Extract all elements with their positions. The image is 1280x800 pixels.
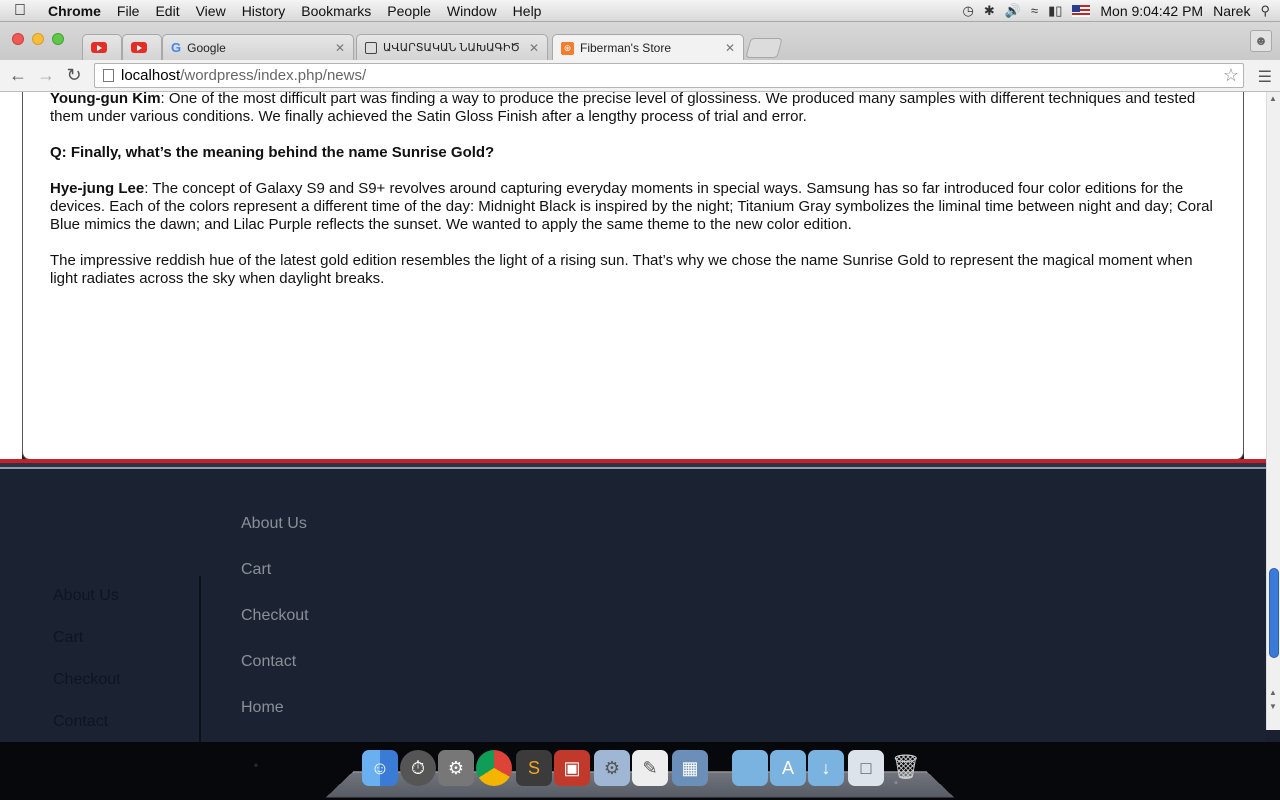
url-path: /wordpress/index.php/news/ bbox=[180, 67, 367, 84]
menu-window[interactable]: Window bbox=[439, 0, 505, 22]
footer-link-contact[interactable]: Contact bbox=[53, 713, 121, 742]
tab-contact[interactable]: ԱՎԱՐՏԱԿԱՆ ՆԱԽԱԳԻԾ ✕ bbox=[356, 34, 548, 60]
app-preferences-icon[interactable]: ⚙ bbox=[594, 750, 630, 786]
back-arrow-icon[interactable]: ← bbox=[8, 65, 28, 86]
close-tab-icon[interactable]: ✕ bbox=[523, 41, 539, 55]
tab-youtube-2[interactable] bbox=[122, 34, 162, 60]
close-tab-icon[interactable]: ✕ bbox=[719, 41, 735, 55]
footer-link-about-us[interactable]: About Us bbox=[53, 587, 121, 629]
menu-history[interactable]: History bbox=[234, 0, 294, 22]
site-footer: About Us Cart Checkout Contact Home Abou… bbox=[0, 471, 1266, 742]
spotlight-search-icon[interactable]: ⚲ bbox=[1260, 3, 1270, 19]
tab-title: ԱՎԱՐՏԱԿԱՆ ՆԱԽԱԳԻԾ bbox=[383, 42, 520, 54]
scroll-up-icon[interactable]: ▲ bbox=[1269, 94, 1277, 103]
youtube-icon bbox=[91, 42, 107, 53]
applications-folder-icon[interactable]: A bbox=[770, 750, 806, 786]
youtube-icon bbox=[131, 42, 147, 53]
apple-menu-icon[interactable]:  bbox=[0, 2, 40, 20]
menu-help[interactable]: Help bbox=[505, 0, 550, 22]
tab-google[interactable]: G Google ✕ bbox=[162, 34, 354, 60]
footer-menu-left: About Us Cart Checkout Contact bbox=[53, 587, 121, 742]
tab-title: Google bbox=[187, 40, 226, 55]
folder-icon[interactable] bbox=[732, 750, 768, 786]
tab-strip: G Google ✕ ԱՎԱՐՏԱԿԱՆ ՆԱԽԱԳԻԾ ✕ ⊛ Fiberma… bbox=[0, 22, 1280, 61]
bookmark-star-icon[interactable]: ☆ bbox=[1223, 64, 1239, 87]
article-paragraph: Hye-jung Lee: The concept of Galaxy S9 a… bbox=[50, 180, 1220, 234]
macos-dock: ☺ ⏱ ⚙ S ▣ ⚙ ✎ ▦ A ↓ □ 🗑 bbox=[0, 742, 1280, 800]
page-icon bbox=[103, 69, 114, 82]
forward-arrow-icon[interactable]: → bbox=[36, 65, 56, 86]
minimize-window-button[interactable] bbox=[32, 33, 44, 45]
contact-card-icon bbox=[365, 41, 377, 54]
footer-link-home[interactable]: Home bbox=[241, 699, 309, 742]
speaker-name: Hye-jung Lee bbox=[50, 180, 145, 197]
menu-bookmarks[interactable]: Bookmarks bbox=[293, 0, 379, 22]
input-source-flag-icon[interactable] bbox=[1072, 4, 1091, 17]
tab-title: Fiberman's Store bbox=[580, 41, 671, 55]
window-preview-icon[interactable]: □ bbox=[848, 750, 884, 786]
chrome-icon[interactable] bbox=[476, 750, 512, 786]
system-preferences-icon[interactable]: ⚙ bbox=[438, 750, 474, 786]
footer-menu-right: About Us Cart Checkout Contact Home bbox=[241, 515, 309, 742]
article-paragraph: The impressive reddish hue of the latest… bbox=[50, 252, 1193, 287]
footer-link-checkout[interactable]: Checkout bbox=[241, 607, 309, 653]
footer-link-contact[interactable]: Contact bbox=[241, 653, 309, 699]
footer-link-cart[interactable]: Cart bbox=[241, 561, 309, 607]
chrome-menu-icon[interactable]: ☰ bbox=[1258, 67, 1272, 87]
question-text: Q: Finally, what’s the meaning behind th… bbox=[50, 144, 495, 161]
trash-icon[interactable]: 🗑 bbox=[888, 750, 924, 786]
footer-top-border bbox=[0, 463, 1266, 469]
footer-link-checkout[interactable]: Checkout bbox=[53, 671, 121, 713]
tab-youtube-1[interactable] bbox=[82, 34, 122, 60]
close-window-button[interactable] bbox=[12, 33, 24, 45]
menu-view[interactable]: View bbox=[188, 0, 234, 22]
menu-edit[interactable]: Edit bbox=[147, 0, 187, 22]
page-margin-left bbox=[0, 92, 22, 462]
menu-people[interactable]: People bbox=[379, 0, 439, 22]
bluetooth-icon[interactable]: ✱ bbox=[984, 3, 995, 19]
address-bar[interactable]: localhost/wordpress/index.php/news/ ☆ bbox=[94, 63, 1244, 88]
scroll-thumb[interactable] bbox=[1269, 568, 1279, 658]
google-icon: G bbox=[171, 40, 182, 55]
browser-toolbar: ← → ↻ localhost/wordpress/index.php/news… bbox=[0, 60, 1280, 92]
finder-icon[interactable]: ☺ bbox=[362, 750, 398, 786]
new-tab-button[interactable] bbox=[745, 38, 783, 58]
downloads-folder-icon[interactable]: ↓ bbox=[808, 750, 844, 786]
xampp-icon: ⊛ bbox=[561, 41, 574, 55]
sublime-text-icon[interactable]: S bbox=[516, 750, 552, 786]
time-machine-icon[interactable]: ◷ bbox=[962, 3, 973, 19]
menu-bar:  Chrome File Edit View History Bookmark… bbox=[0, 0, 1280, 22]
profile-icon[interactable]: ☻ bbox=[1250, 30, 1272, 52]
url-host: localhost bbox=[121, 67, 181, 84]
page-margin-right bbox=[1244, 92, 1266, 462]
textedit-icon[interactable]: ✎ bbox=[632, 750, 668, 786]
speaker-name: Young-gun Kim bbox=[50, 92, 161, 107]
photo-booth-icon[interactable]: ▣ bbox=[554, 750, 590, 786]
dashboard-icon[interactable]: ⏱ bbox=[400, 750, 436, 786]
footer-link-cart[interactable]: Cart bbox=[53, 629, 121, 671]
paragraph-text: : The concept of Galaxy S9 and S9+ revol… bbox=[50, 180, 1213, 233]
menu-file[interactable]: File bbox=[109, 0, 148, 22]
news-article: Young-gun Kim: One of the most difficult… bbox=[50, 92, 1220, 306]
footer-column-divider bbox=[199, 576, 201, 742]
preview-icon[interactable]: ▦ bbox=[672, 750, 708, 786]
wifi-icon[interactable]: ≈ bbox=[1031, 3, 1038, 18]
menubar-user[interactable]: Narek bbox=[1213, 3, 1250, 19]
paragraph-text: : One of the most difficult part was fin… bbox=[50, 92, 1196, 125]
scroll-down-icon[interactable]: ▼ bbox=[1269, 702, 1277, 711]
reload-icon[interactable]: ↻ bbox=[64, 65, 84, 86]
zoom-window-button[interactable] bbox=[52, 33, 64, 45]
volume-icon[interactable]: 🔊 bbox=[1005, 3, 1021, 19]
menubar-clock[interactable]: Mon 9:04:42 PM bbox=[1100, 3, 1203, 19]
close-tab-icon[interactable]: ✕ bbox=[329, 41, 345, 55]
vertical-scrollbar[interactable]: ▲ ▲ ▼ bbox=[1266, 92, 1280, 730]
scroll-up-icon[interactable]: ▲ bbox=[1269, 688, 1277, 697]
battery-icon[interactable]: ▮▯ bbox=[1048, 3, 1062, 19]
page-viewport: Young-gun Kim: One of the most difficult… bbox=[0, 92, 1266, 742]
tab-fibermans-store[interactable]: ⊛ Fiberman's Store ✕ bbox=[552, 34, 744, 61]
menu-chrome[interactable]: Chrome bbox=[40, 0, 109, 22]
footer-link-about-us[interactable]: About Us bbox=[241, 515, 309, 561]
article-question: Q: Finally, what’s the meaning behind th… bbox=[50, 144, 1220, 162]
article-paragraph: Young-gun Kim: One of the most difficult… bbox=[50, 92, 1220, 126]
